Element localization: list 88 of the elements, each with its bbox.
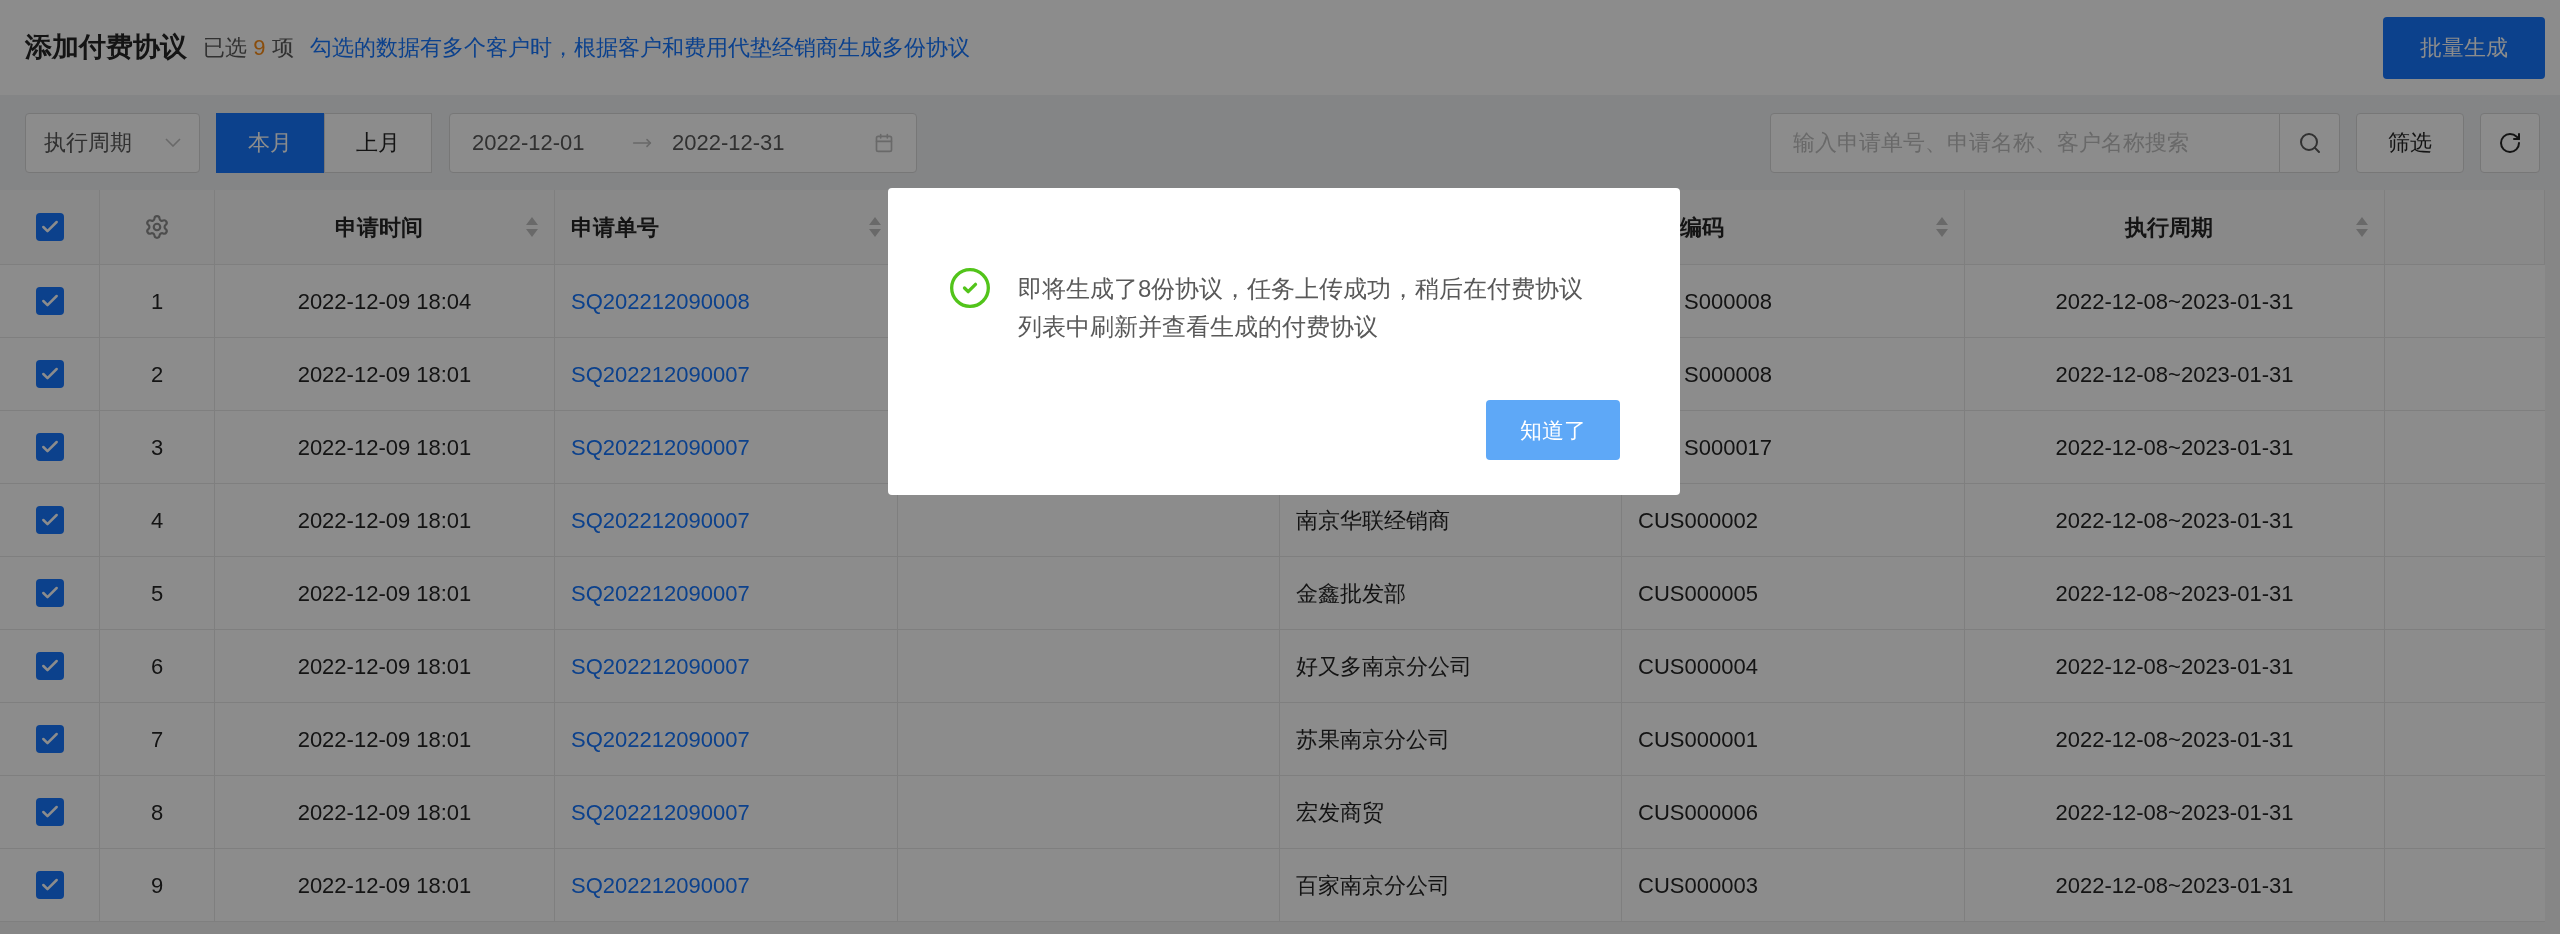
checkbox[interactable] [35, 871, 64, 899]
table-cell-text: S000008 [1684, 360, 1773, 389]
table-cell-text: 百家南京分公司 [1296, 871, 1450, 900]
table-cell-text: 宏发商贸 [1296, 798, 1384, 827]
column-header: 申请时间 [333, 213, 424, 242]
refresh-icon [2498, 130, 2522, 155]
period-tab[interactable]: 上月 [324, 112, 432, 173]
table-cell-text: CUS000002 [1638, 506, 1758, 535]
table-cell-text: 2022-12-08~2023-01-31 [2055, 871, 2294, 900]
filter-button[interactable]: 筛选 [2356, 112, 2464, 173]
table-cell-text: 2022-12-09 18:01 [297, 652, 472, 681]
checkbox[interactable] [35, 213, 64, 241]
table-cell-text: CUS000006 [1638, 798, 1758, 827]
checkbox[interactable] [35, 360, 64, 388]
hint-text: 勾选的数据有多个客户时，根据客户和费用代垫经销商生成多份协议 [309, 34, 970, 62]
request-number-link[interactable]: SQ202212090007 [571, 503, 750, 537]
selected-count-text: 已选 9 项 [203, 34, 294, 62]
table-cell-text: 2022-12-08~2023-01-31 [2055, 287, 2294, 316]
row-number: 5 [150, 579, 164, 608]
row-number: 1 [150, 287, 164, 316]
table-cell-text: 2022-12-09 18:01 [297, 506, 472, 535]
request-number-link[interactable]: SQ202212090007 [571, 649, 750, 683]
sort-icon[interactable] [526, 217, 538, 237]
table-cell-text: 2022-12-08~2023-01-31 [2055, 506, 2294, 535]
sort-icon[interactable] [2356, 217, 2368, 237]
table-cell-text: CUS000003 [1638, 871, 1758, 900]
row-number: 3 [150, 433, 164, 462]
table-cell-text: 好又多南京分公司 [1296, 652, 1472, 681]
table-cell-text: S000008 [1684, 287, 1773, 316]
date-range-field[interactable]: 2022-12-01 2022-12-31 [449, 112, 917, 173]
checkbox[interactable] [35, 287, 64, 315]
sort-icon[interactable] [1936, 217, 1948, 237]
request-number-link[interactable]: SQ202212090007 [571, 357, 750, 391]
table-cell-text: 苏果南京分公司 [1296, 725, 1450, 754]
checkbox[interactable] [35, 506, 64, 534]
calendar-icon [874, 132, 894, 153]
table-cell-text: 2022-12-08~2023-01-31 [2055, 433, 2294, 462]
checkbox[interactable] [35, 725, 64, 753]
search-icon [2297, 130, 2322, 155]
table-cell-text: CUS000005 [1638, 579, 1758, 608]
page-title: 添加付费协议 [25, 31, 187, 65]
acknowledge-button[interactable]: 知道了 [1486, 400, 1620, 460]
checkbox[interactable] [35, 433, 64, 461]
table-cell-text: 2022-12-08~2023-01-31 [2055, 579, 2294, 608]
table-cell-text: 2022-12-09 18:01 [297, 871, 472, 900]
table-cell-text: 2022-12-09 18:01 [297, 725, 472, 754]
row-number: 9 [150, 871, 164, 900]
sort-icon[interactable] [869, 217, 881, 237]
table-cell-text: 2022-12-09 18:04 [297, 287, 472, 316]
success-icon [948, 266, 992, 310]
checkbox[interactable] [35, 579, 64, 607]
table-cell-text: 2022-12-09 18:01 [297, 360, 472, 389]
row-number: 4 [150, 506, 164, 535]
request-number-link[interactable]: SQ202212090007 [571, 722, 750, 756]
table-cell-text: CUS000004 [1638, 652, 1758, 681]
row-number: 7 [150, 725, 164, 754]
table-cell-text: 2022-12-08~2023-01-31 [2055, 725, 2294, 754]
table-cell-text: 2022-12-08~2023-01-31 [2055, 652, 2294, 681]
row-number: 8 [150, 798, 164, 827]
column-header: 编码 [1680, 213, 1725, 242]
search-button[interactable] [2280, 112, 2340, 173]
table-cell-text: 2022-12-09 18:01 [297, 798, 472, 827]
table-cell-text: 2022-12-09 18:01 [297, 579, 472, 608]
table-cell-text: 2022-12-08~2023-01-31 [2055, 798, 2294, 827]
table-cell-text: 南京华联经销商 [1296, 506, 1450, 535]
row-number: 6 [150, 652, 164, 681]
request-number-link[interactable]: SQ202212090007 [571, 430, 750, 464]
table-cell-text: 2022-12-09 18:01 [297, 433, 472, 462]
row-number: 2 [150, 360, 164, 389]
column-header: 申请单号 [571, 213, 660, 242]
request-number-link[interactable]: SQ202212090008 [571, 284, 750, 318]
table-cell-text: CUS000001 [1638, 725, 1758, 754]
table-cell-text: S000017 [1684, 433, 1773, 462]
batch-generate-button[interactable]: 批量生成 [2383, 16, 2545, 79]
chevron-down-icon [165, 138, 181, 147]
request-number-link[interactable]: SQ202212090007 [571, 576, 750, 610]
period-select[interactable]: 执行周期 [25, 112, 200, 173]
table-cell-text: 2022-12-08~2023-01-31 [2055, 360, 2294, 389]
refresh-button[interactable] [2480, 112, 2540, 173]
dialog-message: 即将生成了8份协议，任务上传成功，稍后在付费协议列表中刷新并查看生成的付费协议 [1018, 274, 1585, 342]
table-cell-text: 金鑫批发部 [1296, 579, 1406, 608]
request-number-link[interactable]: SQ202212090007 [571, 795, 750, 829]
request-number-link[interactable]: SQ202212090007 [571, 868, 750, 902]
settings-icon[interactable] [144, 214, 170, 240]
column-header: 执行周期 [2123, 213, 2214, 242]
checkbox[interactable] [35, 798, 64, 826]
period-tab[interactable]: 本月 [216, 112, 324, 173]
checkbox[interactable] [35, 652, 64, 680]
